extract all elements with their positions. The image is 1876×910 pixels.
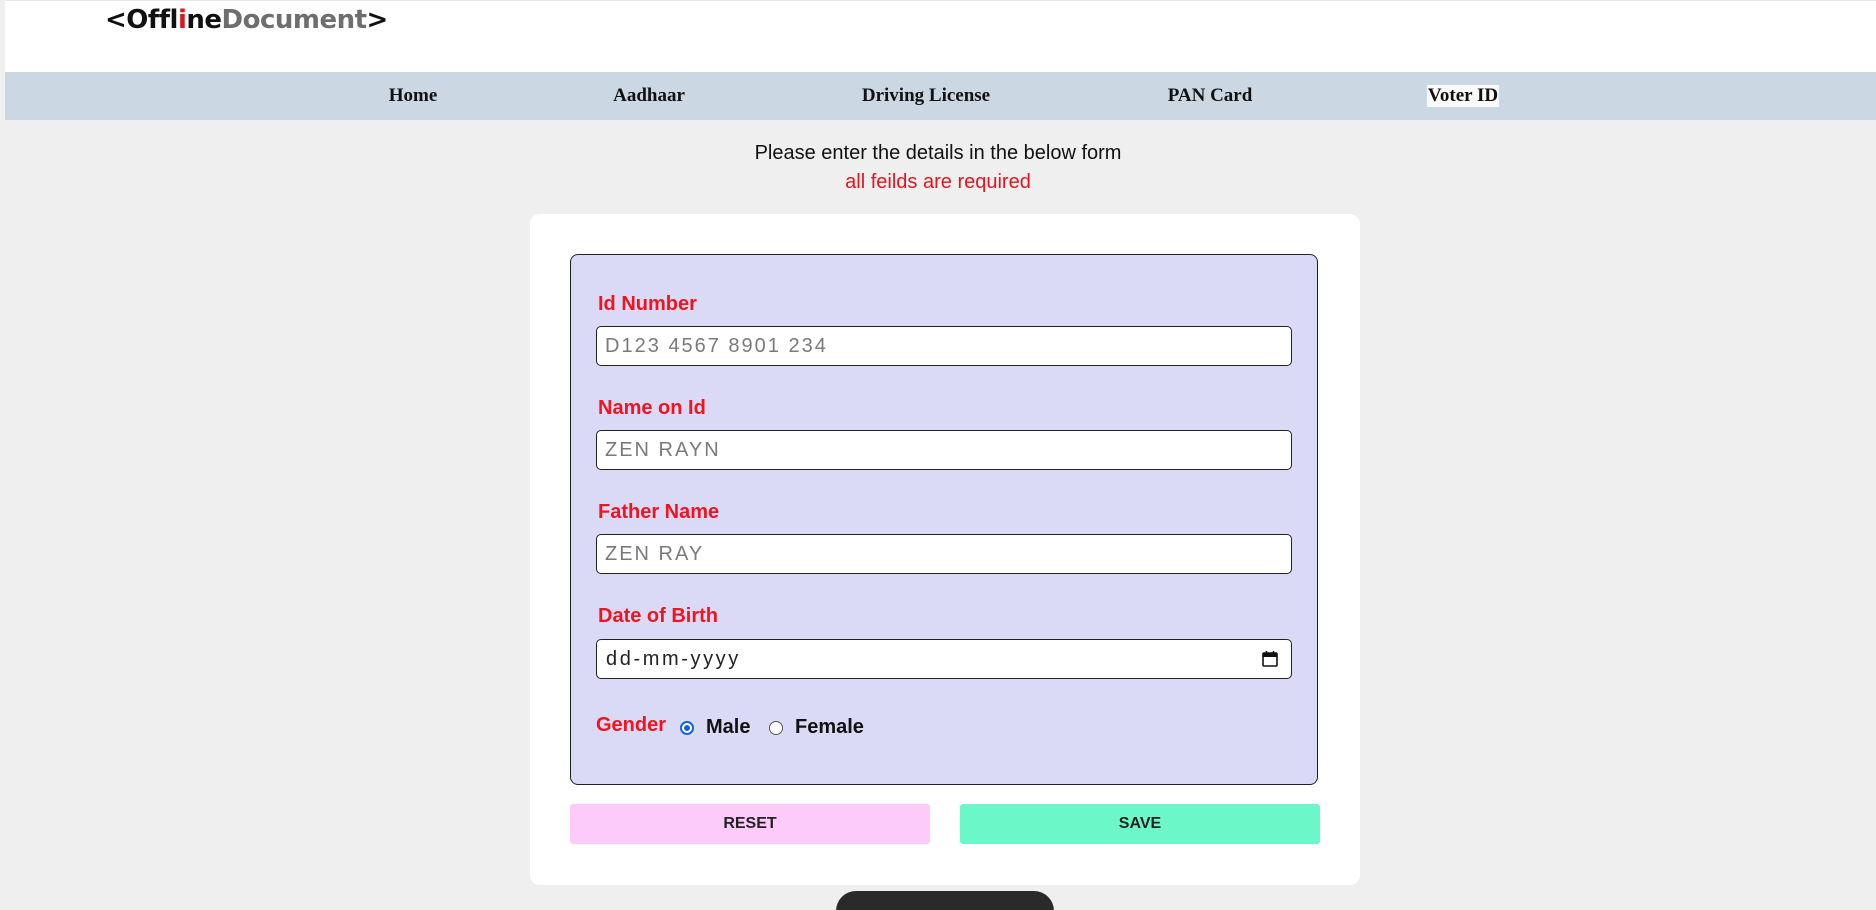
name-on-id-label: Name on Id — [598, 397, 706, 419]
nav-item-driving-license[interactable]: Driving License — [862, 85, 990, 107]
id-number-label: Id Number — [598, 293, 697, 315]
calendar-icon[interactable] — [1261, 650, 1279, 668]
logo-open-bracket: < — [105, 5, 127, 35]
details-fieldset: Id Number Name on Id Father Name Date of… — [570, 254, 1318, 785]
form-card: Id Number Name on Id Father Name Date of… — [530, 214, 1360, 885]
site-logo[interactable]: <OfflineDocument> — [105, 5, 388, 35]
gender-label: Gender — [596, 714, 667, 736]
nav-item-aadhaar[interactable]: Aadhaar — [613, 85, 685, 107]
form-instructions: Please enter the details in the below fo… — [754, 142, 1122, 164]
date-of-birth-input[interactable]: dd-mm-yyyy — [596, 639, 1292, 679]
reset-button[interactable]: RESET — [570, 804, 930, 844]
required-notice: all feilds are required — [845, 171, 1031, 193]
gender-male-label[interactable]: Male — [706, 716, 750, 739]
name-on-id-input[interactable] — [596, 430, 1292, 470]
logo-text-offl: Offl — [126, 5, 178, 35]
gender-female-label[interactable]: Female — [795, 716, 864, 739]
header: <OfflineDocument> — [5, 0, 1876, 73]
floating-dock — [836, 891, 1054, 910]
gender-male-radio[interactable] — [680, 721, 694, 735]
nav-item-home[interactable]: Home — [389, 85, 438, 107]
date-of-birth-label: Date of Birth — [598, 605, 718, 627]
save-button[interactable]: SAVE — [960, 804, 1320, 844]
father-name-input[interactable] — [596, 534, 1292, 574]
logo-text-ne: ne — [186, 5, 222, 35]
page: <OfflineDocument> Home Aadhaar Driving L… — [0, 0, 1876, 910]
id-number-input[interactable] — [596, 326, 1292, 366]
logo-text-document: Document — [221, 5, 368, 35]
gender-female-radio[interactable] — [769, 721, 783, 735]
father-name-label: Father Name — [598, 501, 720, 523]
nav-item-voter-id[interactable]: Voter ID — [1426, 85, 1500, 107]
nav-item-pan-card[interactable]: PAN Card — [1168, 85, 1253, 107]
logo-close-bracket: > — [366, 5, 389, 35]
nav-bar: Home Aadhaar Driving License PAN Card Vo… — [5, 72, 1876, 120]
date-placeholder: dd-mm-yyyy — [606, 648, 741, 670]
